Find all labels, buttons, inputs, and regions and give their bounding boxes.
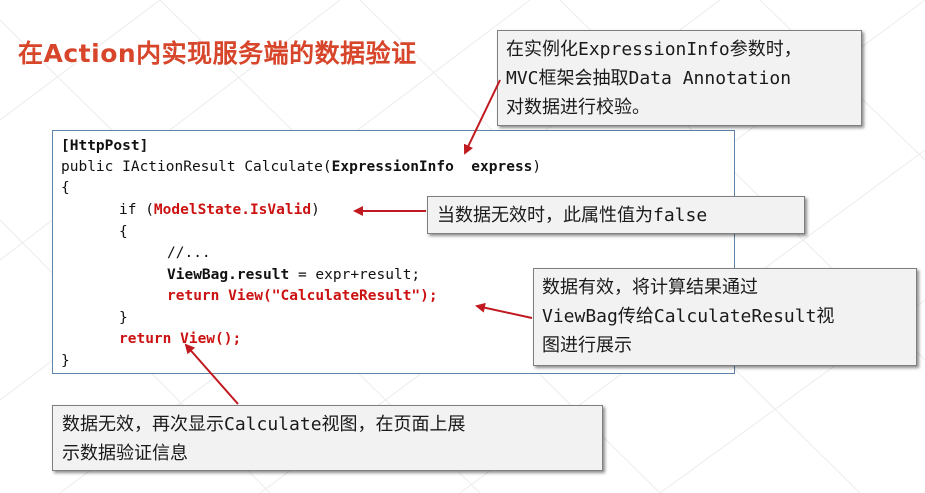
code-signature-param: ExpressionInfo express xyxy=(331,159,533,175)
code-viewbag-assign: = expr+result; xyxy=(289,267,421,283)
callout-invalid-false: 当数据无效时，此属性值为false xyxy=(427,196,805,234)
code-close-brace: } xyxy=(61,353,70,369)
callout-valid-result: 数据有效，将计算结果通过 ViewBag传给CalculateResult视 图… xyxy=(533,268,917,366)
callout-expressioninfo: 在实例化ExpressionInfo参数时， MVC框架会抽取Data Anno… xyxy=(497,30,862,126)
code-viewbag-result: ViewBag.result xyxy=(167,267,290,283)
code-inner-open-brace: { xyxy=(119,224,128,240)
code-method-signature: public IActionResult Calculate(Expressio… xyxy=(61,158,541,176)
code-viewbag-line: ViewBag.result = expr+result; xyxy=(167,266,420,284)
code-if-prefix: if ( xyxy=(119,202,154,218)
code-if-suffix: ) xyxy=(311,202,320,218)
code-attribute-line: [HttpPost] xyxy=(61,138,149,154)
code-return-view: return View(); xyxy=(119,331,242,347)
code-modelstate-isvalid: ModelState.IsValid xyxy=(153,202,312,218)
slide-title: 在Action内实现服务端的数据验证 xyxy=(18,39,417,68)
code-signature-prefix: public IActionResult Calculate( xyxy=(61,159,332,175)
callout-invalid-view: 数据无效，再次显示Calculate视图，在页面上展 示数据验证信息 xyxy=(52,405,603,471)
code-inner-close-brace: } xyxy=(119,310,128,326)
code-open-brace: { xyxy=(61,180,70,196)
code-signature-suffix: ) xyxy=(532,159,542,175)
code-comment: //... xyxy=(167,245,211,261)
code-if-line: if (ModelState.IsValid) xyxy=(119,201,320,219)
code-return-calculateresult: return View("CalculateResult"); xyxy=(167,288,438,304)
